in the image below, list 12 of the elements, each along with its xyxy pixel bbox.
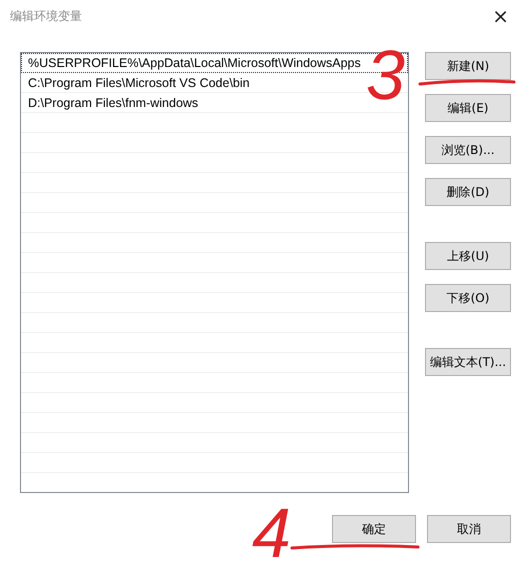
ok-button[interactable]: 确定 — [332, 515, 416, 543]
action-button[interactable]: 编辑(E) — [425, 94, 511, 122]
action-button[interactable]: 删除(D) — [425, 178, 511, 206]
action-button[interactable]: 新建(N) — [425, 52, 511, 80]
action-button[interactable]: 下移(O) — [425, 284, 511, 312]
cancel-button[interactable]: 取消 — [427, 515, 511, 543]
action-button[interactable]: 编辑文本(T)... — [425, 348, 511, 376]
action-button[interactable]: 浏览(B)... — [425, 136, 511, 164]
close-button[interactable]: × — [484, 4, 517, 28]
window-title: 编辑环境变量 — [10, 8, 82, 24]
action-button[interactable]: 上移(U) — [425, 242, 511, 270]
annotation-number: 4 — [252, 498, 291, 568]
